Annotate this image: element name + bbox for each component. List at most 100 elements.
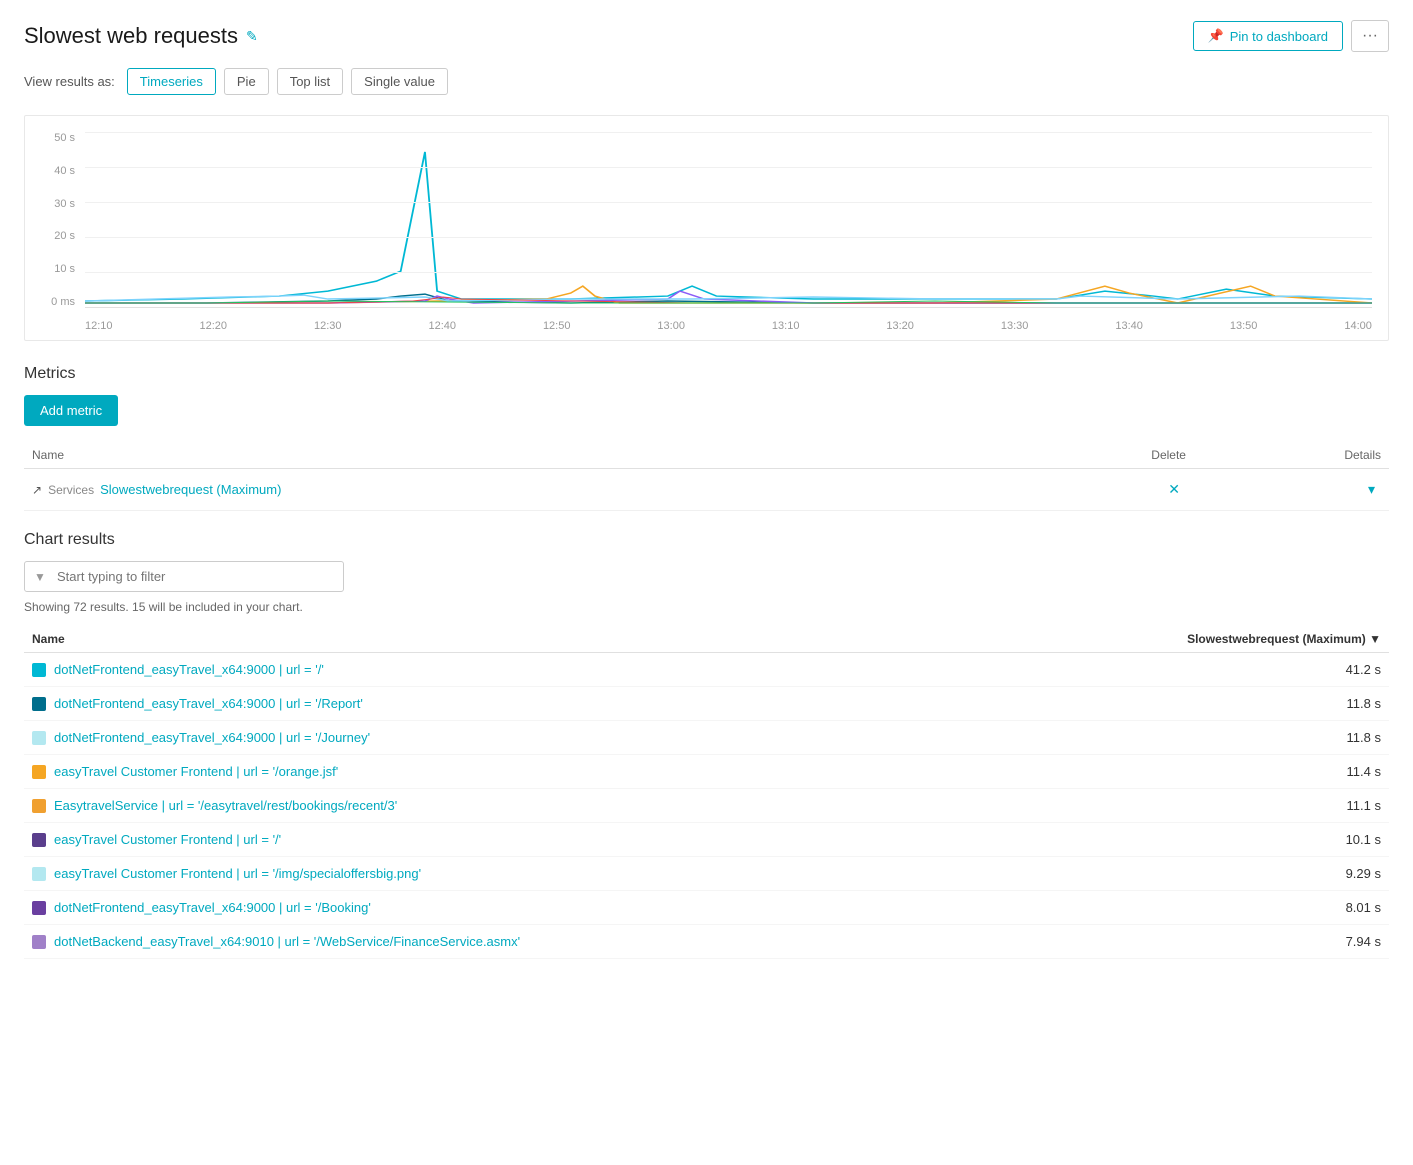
view-results-label: View results as: xyxy=(24,74,115,89)
tab-single-value[interactable]: Single value xyxy=(351,68,448,95)
y-label-50: 50 s xyxy=(54,132,75,144)
y-label-20: 20 s xyxy=(54,230,75,242)
table-row: EasytravelService | url = '/easytravel/r… xyxy=(24,789,1389,823)
y-label-40: 40 s xyxy=(54,165,75,177)
x-label-6: 13:10 xyxy=(772,320,800,332)
results-col-name: Name xyxy=(24,626,988,653)
row-link[interactable]: dotNetFrontend_easyTravel_x64:9000 | url… xyxy=(54,696,363,711)
table-row: easyTravel Customer Frontend | url = '/'… xyxy=(24,823,1389,857)
color-swatch xyxy=(32,731,46,745)
metrics-col-details: Details xyxy=(1194,442,1389,469)
metrics-section: Metrics Add metric Name Delete Details ↗… xyxy=(24,365,1389,511)
row-name-cell: dotNetFrontend_easyTravel_x64:9000 | url… xyxy=(32,696,980,711)
x-label-7: 13:20 xyxy=(886,320,914,332)
y-label-0: 0 ms xyxy=(51,296,75,308)
page-title: Slowest web requests xyxy=(24,23,238,49)
filter-input-wrap: ▼ xyxy=(24,561,344,592)
add-metric-button[interactable]: Add metric xyxy=(24,395,118,426)
x-label-3: 12:40 xyxy=(428,320,456,332)
x-axis: 12:10 12:20 12:30 12:40 12:50 13:00 13:1… xyxy=(85,320,1372,332)
results-info: Showing 72 results. 15 will be included … xyxy=(24,600,1389,614)
page-container: Slowest web requests ✎ 📌 Pin to dashboar… xyxy=(0,0,1413,979)
pin-label: Pin to dashboard xyxy=(1230,29,1328,44)
row-value: 11.8 s xyxy=(988,721,1389,755)
pin-to-dashboard-button[interactable]: 📌 Pin to dashboard xyxy=(1193,21,1343,51)
x-label-4: 12:50 xyxy=(543,320,571,332)
row-name-cell: EasytravelService | url = '/easytravel/r… xyxy=(32,798,980,813)
metrics-col-name: Name xyxy=(24,442,1006,469)
row-value: 8.01 s xyxy=(988,891,1389,925)
x-label-0: 12:10 xyxy=(85,320,113,332)
row-value: 11.4 s xyxy=(988,755,1389,789)
y-label-30: 30 s xyxy=(54,198,75,210)
y-label-10: 10 s xyxy=(54,263,75,275)
metrics-table: Name Delete Details ↗ Services Slowestwe… xyxy=(24,442,1389,511)
more-options-button[interactable]: ··· xyxy=(1351,20,1389,52)
trend-icon: ↗ xyxy=(32,483,42,497)
header-actions: 📌 Pin to dashboard ··· xyxy=(1193,20,1389,52)
tab-timeseries[interactable]: Timeseries xyxy=(127,68,216,95)
row-name-cell: dotNetBackend_easyTravel_x64:9010 | url … xyxy=(32,934,980,949)
color-swatch xyxy=(32,765,46,779)
chevron-down-icon: ▾ xyxy=(1368,481,1375,497)
table-row: easyTravel Customer Frontend | url = '/o… xyxy=(24,755,1389,789)
metrics-row: ↗ Services Slowestwebrequest (Maximum) ✕… xyxy=(24,469,1389,511)
color-swatch xyxy=(32,799,46,813)
row-link[interactable]: dotNetFrontend_easyTravel_x64:9000 | url… xyxy=(54,900,371,915)
results-col-sort[interactable]: Slowestwebrequest (Maximum) ▼ xyxy=(988,626,1389,653)
chart-results-title: Chart results xyxy=(24,531,1389,549)
color-swatch xyxy=(32,833,46,847)
tab-toplist[interactable]: Top list xyxy=(277,68,343,95)
tab-pie[interactable]: Pie xyxy=(224,68,269,95)
pin-icon: 📌 xyxy=(1208,28,1224,44)
color-swatch xyxy=(32,867,46,881)
x-label-10: 13:50 xyxy=(1230,320,1258,332)
row-value: 9.29 s xyxy=(988,857,1389,891)
metrics-section-title: Metrics xyxy=(24,365,1389,383)
row-link[interactable]: easyTravel Customer Frontend | url = '/i… xyxy=(54,866,421,881)
view-toggle: View results as: Timeseries Pie Top list… xyxy=(24,68,1389,95)
delete-metric-button[interactable]: ✕ xyxy=(1162,479,1186,500)
row-link[interactable]: dotNetFrontend_easyTravel_x64:9000 | url… xyxy=(54,730,370,745)
filter-icon: ▼ xyxy=(34,570,46,584)
table-row: dotNetBackend_easyTravel_x64:9010 | url … xyxy=(24,925,1389,959)
metric-tag: Services xyxy=(48,483,94,497)
details-metric-button[interactable]: ▾ xyxy=(1362,479,1381,500)
color-swatch xyxy=(32,697,46,711)
row-value: 11.8 s xyxy=(988,687,1389,721)
row-link[interactable]: easyTravel Customer Frontend | url = '/o… xyxy=(54,764,338,779)
x-label-11: 14:00 xyxy=(1344,320,1372,332)
chart-plot xyxy=(85,132,1372,308)
y-axis: 50 s 40 s 30 s 20 s 10 s 0 ms xyxy=(41,132,81,308)
row-name-cell: dotNetFrontend_easyTravel_x64:9000 | url… xyxy=(32,662,980,677)
row-name-cell: easyTravel Customer Frontend | url = '/o… xyxy=(32,764,980,779)
color-swatch xyxy=(32,935,46,949)
row-link[interactable]: EasytravelService | url = '/easytravel/r… xyxy=(54,798,397,813)
row-value: 10.1 s xyxy=(988,823,1389,857)
metric-name-cell: ↗ Services Slowestwebrequest (Maximum) xyxy=(32,482,998,497)
x-label-9: 13:40 xyxy=(1115,320,1143,332)
metric-value: Slowestwebrequest (Maximum) xyxy=(100,482,281,497)
table-row: dotNetFrontend_easyTravel_x64:9000 | url… xyxy=(24,687,1389,721)
search-input[interactable] xyxy=(24,561,344,592)
row-name-cell: dotNetFrontend_easyTravel_x64:9000 | url… xyxy=(32,900,980,915)
table-row: dotNetFrontend_easyTravel_x64:9000 | url… xyxy=(24,891,1389,925)
table-row: easyTravel Customer Frontend | url = '/i… xyxy=(24,857,1389,891)
x-icon: ✕ xyxy=(1168,481,1180,497)
row-link[interactable]: dotNetBackend_easyTravel_x64:9010 | url … xyxy=(54,934,520,949)
page-header: Slowest web requests ✎ 📌 Pin to dashboar… xyxy=(24,20,1389,52)
row-name-cell: dotNetFrontend_easyTravel_x64:9000 | url… xyxy=(32,730,980,745)
title-area: Slowest web requests ✎ xyxy=(24,23,258,49)
x-label-2: 12:30 xyxy=(314,320,342,332)
chart-area: 50 s 40 s 30 s 20 s 10 s 0 ms xyxy=(24,115,1389,341)
row-name-cell: easyTravel Customer Frontend | url = '/' xyxy=(32,832,980,847)
chart-svg xyxy=(85,132,1372,307)
table-row: dotNetFrontend_easyTravel_x64:9000 | url… xyxy=(24,653,1389,687)
chart-results-section: Chart results ▼ Showing 72 results. 15 w… xyxy=(24,531,1389,959)
x-label-1: 12:20 xyxy=(199,320,227,332)
row-link[interactable]: easyTravel Customer Frontend | url = '/' xyxy=(54,832,281,847)
edit-icon[interactable]: ✎ xyxy=(246,28,258,45)
row-link[interactable]: dotNetFrontend_easyTravel_x64:9000 | url… xyxy=(54,662,324,677)
row-value: 11.1 s xyxy=(988,789,1389,823)
row-value: 7.94 s xyxy=(988,925,1389,959)
